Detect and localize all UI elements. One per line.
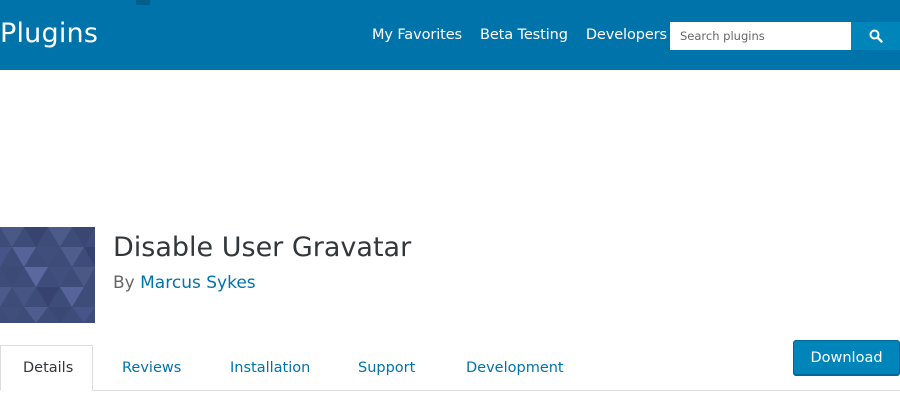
byline-prefix: By <box>113 273 135 293</box>
search-icon <box>869 29 883 43</box>
plugin-byline: By Marcus Sykes <box>113 273 256 293</box>
nav-my-favorites[interactable]: My Favorites <box>372 27 462 43</box>
plugin-title: Disable User Gravatar <box>113 232 412 263</box>
search-button[interactable] <box>851 22 900 50</box>
search-input[interactable] <box>670 22 851 50</box>
tab-development[interactable]: Development <box>466 360 564 376</box>
plugins-home-link[interactable]: Plugins <box>0 18 98 49</box>
tab-reviews[interactable]: Reviews <box>122 360 181 376</box>
tabs-divider <box>0 390 900 391</box>
plugin-search-form <box>670 22 900 50</box>
tab-installation[interactable]: Installation <box>230 360 310 376</box>
download-button[interactable]: Download <box>793 340 900 375</box>
header-notch <box>136 0 150 5</box>
nav-developers[interactable]: Developers <box>586 27 667 43</box>
header-nav: My Favorites Beta Testing Developers <box>372 27 667 43</box>
nav-beta-testing[interactable]: Beta Testing <box>480 27 568 43</box>
header-bar: Plugins My Favorites Beta Testing Develo… <box>0 0 900 70</box>
plugin-banner-icon <box>0 227 95 323</box>
tab-support[interactable]: Support <box>358 360 415 376</box>
author-link[interactable]: Marcus Sykes <box>140 273 256 293</box>
tab-details[interactable]: Details <box>23 360 73 376</box>
